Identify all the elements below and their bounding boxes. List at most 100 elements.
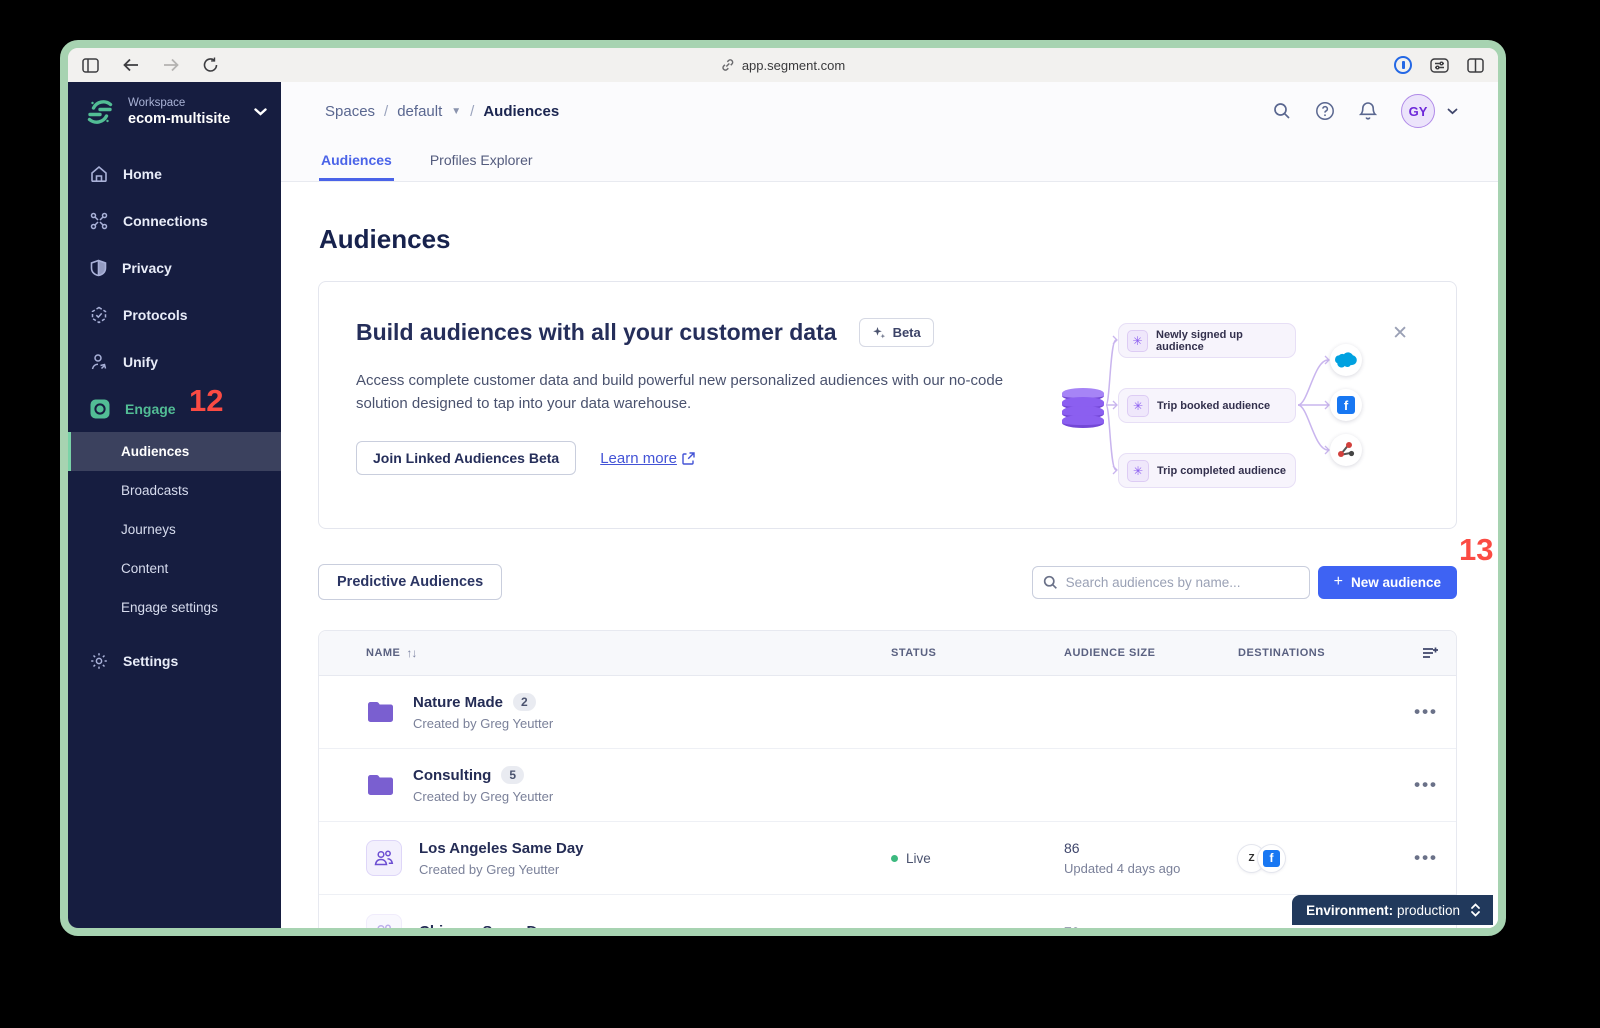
sidebar-subitem-audiences[interactable]: Audiences <box>68 432 281 471</box>
sidebar-item-home[interactable]: Home <box>68 150 281 197</box>
forward-icon[interactable] <box>163 58 179 72</box>
folder-icon <box>366 700 396 724</box>
browser-chrome: app.segment.com <box>68 48 1498 82</box>
column-name[interactable]: NAME <box>366 647 400 659</box>
link-icon <box>721 58 735 72</box>
reload-icon[interactable] <box>203 57 218 73</box>
audience-node-icon: ✳ <box>1127 394 1149 417</box>
row-actions-icon[interactable]: ••• <box>1414 775 1438 795</box>
help-icon[interactable] <box>1315 101 1335 121</box>
sort-icons[interactable]: ↑↓ <box>406 646 417 660</box>
audience-search[interactable] <box>1031 565 1310 599</box>
audience-pill: ✳ Trip booked audience <box>1118 388 1296 423</box>
column-destinations[interactable]: DESTINATIONS <box>1238 647 1399 659</box>
sidebar: Workspace ecom-multisite Home Connection… <box>68 82 281 928</box>
folder-icon <box>366 773 396 797</box>
split-view-icon[interactable] <box>1467 57 1484 73</box>
tab-audiences[interactable]: Audiences <box>319 140 394 181</box>
search-input[interactable] <box>1065 574 1299 590</box>
banner-body: Access complete customer data and build … <box>356 372 1004 412</box>
folder-count-badge: 2 <box>513 693 536 711</box>
join-linked-audiences-button[interactable]: Join Linked Audiences Beta <box>356 441 577 475</box>
extensions-icon[interactable] <box>1430 57 1449 73</box>
table-row[interactable]: Los Angeles Same Day Created by Greg Yeu… <box>319 822 1456 895</box>
tab-bar: Audiences Profiles Explorer <box>281 140 1498 181</box>
sidebar-item-unify[interactable]: Unify <box>68 338 281 385</box>
sidebar-item-label: Privacy <box>122 259 172 276</box>
banner-illustration: ✳ Newly signed up audience ✳ Trip booked… <box>1046 314 1366 496</box>
shield-icon <box>90 259 107 277</box>
audience-updated: Updated 4 days ago <box>1064 861 1181 876</box>
page-title: Audiences <box>319 224 451 254</box>
live-dot-icon <box>891 854 898 862</box>
row-actions-icon[interactable]: ••• <box>1414 848 1438 868</box>
sidebar-item-label: Engage <box>125 400 176 417</box>
destinations-cell: Z f <box>1238 844 1399 872</box>
sidebar-item-engage[interactable]: Engage <box>68 385 281 432</box>
audience-name[interactable]: Los Angeles Same Day <box>419 840 584 857</box>
linked-audiences-banner: Build audiences with all your customer d… <box>318 281 1457 529</box>
new-audience-button[interactable]: + New audience <box>1317 565 1457 599</box>
audience-name[interactable]: Nature Made <box>413 694 503 711</box>
gear-icon <box>90 652 108 670</box>
search-icon[interactable] <box>1273 102 1291 120</box>
back-icon[interactable] <box>123 58 139 72</box>
table-row[interactable]: Chicago Same Day 79 <box>319 895 1456 928</box>
chevron-down-icon[interactable] <box>1447 108 1458 115</box>
audiences-table: NAME ↑↓ STATUS AUDIENCE SIZE DESTINATION… <box>318 630 1457 928</box>
external-link-icon <box>682 451 695 465</box>
predictive-audiences-button[interactable]: Predictive Audiences <box>318 564 503 600</box>
plus-icon: + <box>1333 573 1343 590</box>
learn-more-link[interactable]: Learn more <box>600 450 695 467</box>
tab-profiles-explorer[interactable]: Profiles Explorer <box>428 140 535 181</box>
sidebar-item-protocols[interactable]: Protocols <box>68 291 281 338</box>
sidebar-item-settings[interactable]: Settings <box>68 637 281 684</box>
audience-size: 79 <box>1064 924 1238 929</box>
column-status[interactable]: STATUS <box>891 647 1064 659</box>
salesforce-icon <box>1330 344 1362 376</box>
column-audience-size[interactable]: AUDIENCE SIZE <box>1064 647 1238 659</box>
home-icon <box>90 165 108 183</box>
chevron-down-icon <box>254 108 267 116</box>
audience-node-icon: ✳ <box>1127 329 1149 352</box>
sidebar-item-privacy[interactable]: Privacy <box>68 244 281 291</box>
protocols-icon <box>90 306 108 324</box>
address-bar[interactable]: app.segment.com <box>721 48 845 82</box>
close-icon[interactable]: ✕ <box>1392 324 1408 343</box>
status-badge: Live <box>891 851 1064 866</box>
row-actions-icon[interactable]: ••• <box>1414 702 1438 722</box>
sidebar-item-connections[interactable]: Connections <box>68 197 281 244</box>
audience-owner: Created by Greg Yeutter <box>413 716 554 731</box>
table-row[interactable]: Consulting 5 Created by Greg Yeutter ••• <box>319 749 1456 822</box>
workspace-name: ecom-multisite <box>128 111 231 127</box>
connections-icon <box>90 212 108 230</box>
audience-pill: ✳ Trip completed audience <box>1118 453 1296 488</box>
sidebar-item-label: Unify <box>123 353 158 370</box>
audience-name[interactable]: Consulting <box>413 767 491 784</box>
sidebar-toggle-icon[interactable] <box>82 57 99 73</box>
browser-window: app.segment.com Workspace ecom-multisite… <box>60 40 1506 936</box>
table-header-row: NAME ↑↓ STATUS AUDIENCE SIZE DESTINATION… <box>319 631 1456 676</box>
sidebar-subitem-broadcasts[interactable]: Broadcasts <box>68 471 281 510</box>
avatar[interactable]: GY <box>1401 94 1435 128</box>
breadcrumb-space[interactable]: default <box>397 103 442 120</box>
sparkle-icon <box>872 326 886 340</box>
chevron-down-icon[interactable]: ▼ <box>451 106 461 117</box>
password-manager-icon[interactable] <box>1394 56 1412 74</box>
sidebar-item-label: Home <box>123 165 162 182</box>
sidebar-subitem-content[interactable]: Content <box>68 549 281 588</box>
folder-count-badge: 5 <box>501 766 525 784</box>
sidebar-subitem-engage-settings[interactable]: Engage settings <box>68 588 281 627</box>
table-settings-icon[interactable] <box>1422 646 1438 660</box>
environment-selector[interactable]: Environment: production <box>1292 895 1493 925</box>
workspace-switcher[interactable]: Workspace ecom-multisite <box>68 82 281 140</box>
table-row[interactable]: Nature Made 2 Created by Greg Yeutter ••• <box>319 676 1456 749</box>
bell-icon[interactable] <box>1359 101 1377 121</box>
audience-name[interactable]: Chicago Same Day <box>419 923 554 928</box>
breadcrumb-spaces[interactable]: Spaces <box>325 103 375 120</box>
audience-size: 86 <box>1064 840 1080 856</box>
connector-icon <box>1330 434 1362 466</box>
segment-logo-icon <box>82 94 118 130</box>
sidebar-item-label: Protocols <box>123 306 188 323</box>
sidebar-subitem-journeys[interactable]: Journeys <box>68 510 281 549</box>
